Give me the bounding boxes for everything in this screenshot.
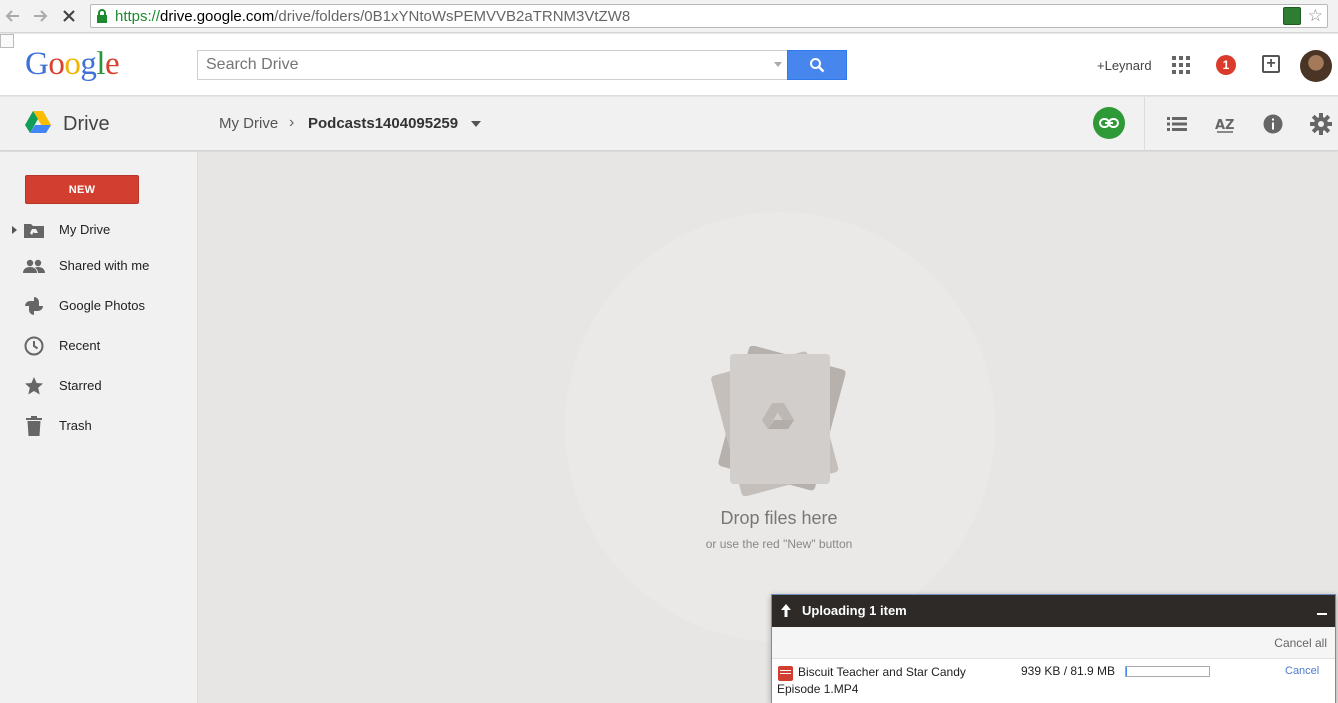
forward-arrow-icon	[34, 10, 48, 22]
upload-actions-bar: Cancel all	[772, 627, 1335, 659]
sidebar-item-label: Trash	[59, 418, 92, 433]
sidebar-item-google-photos[interactable]: Google Photos	[0, 291, 198, 321]
share-plus-icon[interactable]: +	[1262, 55, 1280, 73]
drive-folder-icon	[23, 220, 45, 240]
sidebar: NEW My Drive Shared with me Google Photo…	[0, 152, 198, 703]
upload-panel-title: Uploading 1 item	[802, 603, 907, 618]
search-options-dropdown[interactable]	[774, 62, 782, 67]
drive-files-illustration-icon	[711, 346, 846, 496]
search-box	[197, 50, 788, 80]
close-icon	[63, 10, 75, 22]
user-name-link[interactable]: +Leynard	[1097, 58, 1152, 73]
drop-files-subtitle: or use the red "New" button	[705, 537, 853, 551]
info-icon	[1263, 114, 1283, 134]
trash-icon	[23, 416, 45, 436]
apps-grid-icon[interactable]	[1172, 56, 1190, 74]
gear-icon	[1310, 113, 1332, 135]
url-text: https://drive.google.com/drive/folders/0…	[115, 8, 631, 25]
breadcrumb-current-folder[interactable]: Podcasts1404095259	[308, 115, 458, 132]
svg-text:AZ: AZ	[1215, 118, 1235, 133]
upload-file-size: 939 KB / 81.9 MB	[1021, 664, 1116, 678]
upload-panel: Uploading 1 item Cancel all Biscuit Teac…	[771, 594, 1336, 703]
sidebar-item-label: My Drive	[59, 222, 111, 237]
sidebar-item-starred[interactable]: Starred	[0, 371, 198, 401]
toolbar-divider	[1144, 97, 1145, 151]
photos-pinwheel-icon	[23, 296, 45, 316]
sidebar-item-trash[interactable]: Trash	[0, 411, 198, 441]
breadcrumb-my-drive[interactable]: My Drive	[219, 115, 278, 132]
new-button[interactable]: NEW	[25, 175, 139, 204]
upload-arrow-icon	[781, 604, 791, 617]
people-icon	[23, 256, 45, 276]
sidebar-item-label: Starred	[59, 378, 102, 393]
expand-arrow-icon[interactable]	[12, 226, 17, 234]
cancel-all-button[interactable]: Cancel all	[1274, 636, 1327, 650]
cancel-upload-button[interactable]: Cancel	[1285, 665, 1319, 677]
sidebar-item-label: Recent	[59, 338, 101, 353]
avatar[interactable]	[1300, 50, 1332, 82]
upload-progress-bar	[1125, 666, 1210, 677]
google-header: Google +Leynard 1 +	[0, 34, 1338, 96]
star-icon	[23, 376, 45, 396]
upload-file-row: Biscuit Teacher and Star Candy Episode 1…	[772, 659, 1335, 703]
sort-az-icon: AZ	[1215, 118, 1235, 133]
drive-toolbar: Drive My Drive › Podcasts1404095259 AZ	[0, 97, 1338, 151]
sidebar-item-my-drive[interactable]: My Drive	[0, 215, 198, 245]
folder-menu-caret-icon[interactable]	[471, 121, 481, 127]
search-input[interactable]	[198, 51, 758, 79]
broken-image-icon	[0, 34, 14, 48]
forward-button[interactable]	[29, 5, 51, 27]
details-button[interactable]	[1261, 112, 1285, 136]
google-logo[interactable]: Google	[25, 46, 120, 83]
upload-progress-fill	[1126, 667, 1127, 676]
browser-toolbar: https://drive.google.com/drive/folders/0…	[0, 0, 1338, 33]
sidebar-item-label: Google Photos	[59, 298, 146, 313]
search-icon	[810, 58, 825, 73]
stop-button[interactable]	[58, 5, 80, 27]
search-button[interactable]	[787, 50, 847, 80]
link-icon	[1099, 118, 1119, 128]
extension-shield-icon[interactable]	[1283, 7, 1301, 25]
sidebar-item-label: Shared with me	[59, 258, 150, 273]
lock-icon	[97, 9, 107, 23]
bookmark-star-icon[interactable]: ☆	[1308, 6, 1323, 26]
drive-logo-icon[interactable]	[25, 111, 51, 134]
sort-button[interactable]: AZ	[1213, 112, 1237, 136]
chevron-right-icon: ›	[289, 114, 295, 131]
sidebar-item-recent[interactable]: Recent	[0, 331, 198, 361]
upload-file-name: Biscuit Teacher and Star Candy Episode 1…	[777, 665, 966, 696]
list-view-icon	[1167, 117, 1187, 131]
clock-icon	[23, 336, 45, 356]
list-view-button[interactable]	[1165, 112, 1189, 136]
back-arrow-icon	[5, 10, 19, 22]
drop-files-title: Drop files here	[720, 508, 838, 528]
upload-panel-header[interactable]: Uploading 1 item	[772, 595, 1335, 627]
sidebar-item-shared-with-me[interactable]: Shared with me	[0, 251, 198, 281]
settings-button[interactable]	[1309, 112, 1333, 136]
address-bar[interactable]: https://drive.google.com/drive/folders/0…	[90, 4, 1328, 28]
notification-badge[interactable]: 1	[1216, 55, 1236, 75]
minimize-icon[interactable]	[1317, 613, 1327, 615]
back-button[interactable]	[2, 5, 24, 27]
app-title[interactable]: Drive	[63, 113, 110, 136]
get-link-button[interactable]	[1093, 107, 1125, 139]
